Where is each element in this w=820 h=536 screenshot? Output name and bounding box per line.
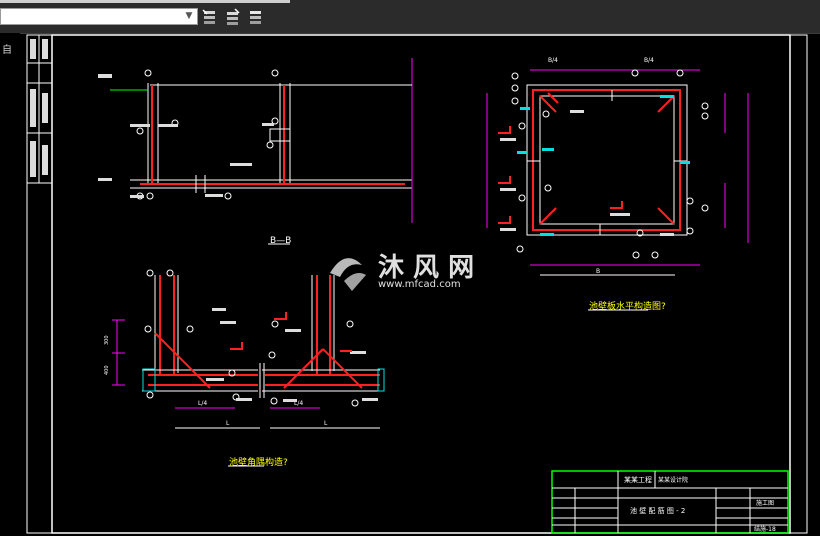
section-bb-label: B—B [270, 236, 291, 246]
layer-previous-icon[interactable] [247, 8, 265, 26]
plan-dim-b4-left: B/4 [548, 57, 558, 64]
plan-dim-b4-right: B/4 [644, 57, 654, 64]
plan-dim-b: B [596, 268, 600, 275]
title-design-unit: 某某设计院 [658, 476, 688, 484]
signature-column [27, 35, 52, 184]
corner-dim-l-right: L [324, 420, 328, 427]
plan-drawing: B B/4 B/4 池壁板水平构造图? [486, 57, 749, 312]
corner-dim-400: 400 [104, 365, 110, 375]
title-sheet-no: 结施-18 [754, 525, 776, 533]
layer-match-icon[interactable] [224, 8, 242, 26]
drawing-canvas[interactable]: B—B 沐 风 网 www.mfcad.com B B/4 B/4 池壁板水平构… [0, 33, 820, 536]
cad-toolbar: ▼ [0, 0, 820, 34]
corner-dim-300: 300 [104, 335, 110, 345]
chevron-down-icon[interactable]: ▼ [183, 10, 195, 23]
title-project: 某某工程 [624, 475, 652, 484]
section-bb-drawing: B—B [98, 58, 413, 246]
plan-caption: 池壁板水平构造图? [589, 300, 666, 312]
title-stage: 施工图 [756, 499, 774, 507]
corner-dim-l-left: L [226, 420, 230, 427]
watermark-url: www.mfcad.com [378, 279, 461, 290]
watermark: 沐 风 网 www.mfcad.com [330, 253, 474, 291]
ribbon-edge [0, 0, 290, 3]
title-drawing-name: 池 壁 配 筋 图 - 2 [630, 506, 685, 515]
corner-caption: 池壁角隅构造? [229, 456, 288, 468]
corner-detail-drawing: 300 400 L/4 L L/4 L 池壁角隅构造? [104, 269, 385, 468]
layer-state-icon[interactable] [201, 8, 219, 26]
title-block: 某某工程 某某设计院 池 壁 配 筋 图 - 2 施工图 结施-18 [551, 470, 789, 534]
corner-dim-l4-left: L/4 [198, 400, 207, 407]
layer-dropdown[interactable]: ▼ [0, 8, 198, 25]
